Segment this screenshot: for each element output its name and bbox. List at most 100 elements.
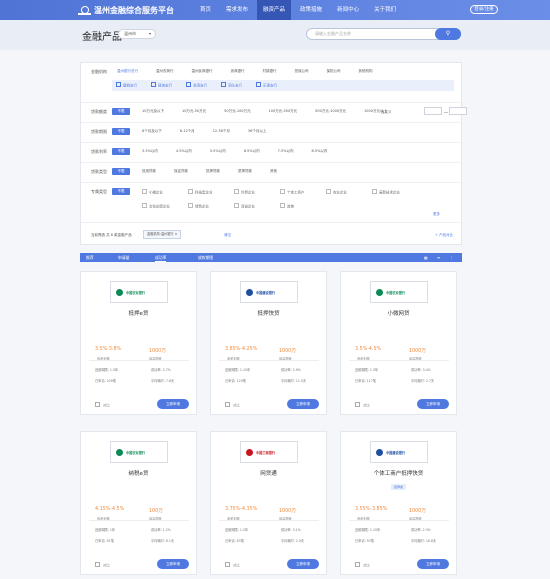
institution-option[interactable]: 保险公司 [327, 69, 341, 74]
institution-option[interactable]: 担保公司 [295, 69, 309, 74]
city-select[interactable]: 温州市 [118, 29, 156, 39]
term-option[interactable]: 6个月及以下 [142, 129, 162, 134]
limit-value: 1000万 [149, 349, 167, 354]
unlimited-button[interactable]: 不限 [112, 108, 130, 115]
unlimited-button[interactable]: 不限 [112, 128, 130, 135]
sub-option[interactable]: 瓯海支行 [151, 82, 172, 89]
compare-checkbox[interactable]: 对比 [355, 402, 370, 408]
feature-checkbox[interactable]: 其他 [280, 203, 326, 210]
amount-option[interactable]: 50万元-100万元 [224, 109, 250, 114]
amount-option[interactable]: 100万元-500万元 [269, 109, 298, 114]
apply-button[interactable]: 立即申请 [287, 559, 319, 569]
nav-products[interactable]: 融资产品 [257, 0, 292, 20]
product-name[interactable]: 个体工商户抵押快贷 [341, 469, 456, 477]
product-name[interactable]: 抵押e贷 [81, 309, 196, 317]
amount-option[interactable]: 10万元-50万元 [182, 109, 206, 114]
login-button[interactable]: 登录/注册 [470, 5, 498, 14]
rate-option[interactable]: 4.5%以内 [176, 149, 192, 154]
feature-checkbox[interactable]: 外贸企业 [234, 189, 280, 196]
product-name[interactable]: 小微网贷 [341, 309, 456, 317]
institution-option[interactable]: 其他机构 [359, 69, 373, 74]
unlimited-button[interactable]: 不限 [112, 168, 130, 175]
feature-checkbox[interactable]: 科技型企业 [188, 189, 234, 196]
feature-checkbox[interactable]: 绿色企业 [188, 203, 234, 210]
rate-option[interactable]: 7.5%以内 [278, 149, 294, 154]
unlimited-button[interactable]: 不限 [112, 148, 130, 155]
product-card[interactable]: 中国农业银行 抵押e贷 3.5%-3.8% 1000万 参考利率 最高额度 还款期限: 1-… [80, 271, 197, 415]
term-option[interactable]: 12-36个月 [213, 129, 230, 134]
product-card[interactable]: 中国农业银行 纳税e贷 4.15%-4.5% 100万 参考利率 最高额度 还款期限: 1年… [80, 431, 197, 575]
rate-option[interactable]: 6.5%以内 [244, 149, 260, 154]
institution-option[interactable]: 村镇银行 [263, 69, 277, 74]
filter-tag[interactable]: 金融机构:温州银行 × [143, 230, 182, 239]
amount-max-input[interactable] [449, 107, 467, 115]
compare-checkbox[interactable]: 对比 [95, 562, 110, 568]
feature-checkbox[interactable]: 文化创意企业 [142, 203, 188, 210]
amount-min-input[interactable] [424, 107, 442, 115]
product-card[interactable]: 中国建设银行 个体工商户抵押快贷 抵押类 3.55%-3.85% 1000万 参考利率 最高… [340, 431, 457, 575]
more-link[interactable]: 更多 [433, 212, 440, 217]
term-option[interactable]: 36个月以上 [248, 129, 266, 134]
institution-option[interactable]: 温州农商行 [156, 69, 174, 74]
amount-option[interactable]: 10万元及以下 [142, 109, 164, 114]
sort-term[interactable]: 放款期限 [198, 255, 213, 261]
unlimited-button[interactable]: 不限 [112, 188, 130, 195]
sub-option[interactable]: 龙湾支行 [186, 82, 207, 89]
success-rate: 成功率: 1.2% [151, 528, 171, 532]
product-name[interactable]: 纳税e贷 [81, 469, 196, 477]
product-card[interactable]: 中国工商银行 网贷通 3.75%-4.35% 1000万 参考利率 最高额度 还款期限: 1… [210, 431, 327, 575]
rate-option[interactable]: 5.5%以内 [210, 149, 226, 154]
product-name[interactable]: 网贷通 [211, 469, 326, 477]
sub-option[interactable]: 洞头支行 [221, 82, 242, 89]
apply-button[interactable]: 立即申请 [417, 399, 449, 409]
apply-button[interactable]: 立即申请 [417, 559, 449, 569]
nav-demand[interactable]: 需求发布 [220, 0, 254, 20]
nav-news[interactable]: 新闻中心 [331, 0, 365, 20]
apply-button[interactable]: 立即申请 [157, 399, 189, 409]
type-option[interactable]: 质押贷款 [238, 169, 252, 174]
feature-checkbox[interactable]: 小微企业 [142, 189, 188, 196]
institution-option[interactable]: 温州银行总行 [117, 69, 138, 74]
compare-checkbox[interactable]: 对比 [225, 562, 240, 568]
rate-option[interactable]: 3.5%以内 [142, 149, 158, 154]
compare-checkbox[interactable]: 对比 [95, 402, 110, 408]
sort-applications[interactable]: 申请量 [118, 255, 129, 261]
feature-checkbox[interactable]: 双创企业 [234, 203, 280, 210]
menu-icon[interactable]: ⋮ [450, 255, 455, 260]
product-card[interactable]: 中国农业银行 小微网贷 3.5%-4.5% 1000万 参考利率 最高额度 还款期限: 1-… [340, 271, 457, 415]
product-card[interactable]: 中国建设银行 抵押快贷 3.85%-4.25% 1000万 参考利率 最高额度 还款期限: … [210, 271, 327, 415]
nav-home[interactable]: 首页 [194, 0, 217, 20]
feature-checkbox[interactable]: 个体工商户 [280, 189, 326, 196]
nav-policy[interactable]: 政策措施 [294, 0, 328, 20]
feature-checkbox[interactable]: 农业企业 [326, 189, 372, 196]
type-option[interactable]: 保证贷款 [174, 169, 188, 174]
rate-option[interactable]: 8.5%以内 [312, 149, 328, 154]
sort-success-rate[interactable]: 成功率 [155, 255, 167, 262]
grid-view-icon[interactable]: ▦ [424, 255, 429, 260]
institution-option[interactable]: 浙商银行 [231, 69, 245, 74]
compare-checkbox[interactable]: 对比 [355, 562, 370, 568]
search-button[interactable]: ⚲ [435, 28, 461, 40]
sub-option[interactable]: 乐清支行 [256, 82, 277, 89]
clear-filter-link[interactable]: 清空 [224, 233, 231, 238]
compare-link[interactable]: + 产品对比 [435, 233, 453, 238]
type-option[interactable]: 其他 [270, 169, 277, 174]
site-logo[interactable]: 温州金融综合服务平台 [78, 5, 174, 16]
type-option[interactable]: 抵押贷款 [206, 169, 220, 174]
term-option[interactable]: 6-12个月 [180, 129, 195, 134]
apply-button[interactable]: 立即申请 [287, 399, 319, 409]
feature-checkbox[interactable]: 高新技术企业 [372, 189, 418, 196]
avg-time: 平均耗时: 6.1天 [151, 539, 175, 543]
type-option[interactable]: 信用贷款 [142, 169, 156, 174]
amount-option[interactable]: 500万元-1000万元 [315, 109, 346, 114]
nav-about[interactable]: 关于我们 [368, 0, 402, 20]
list-view-icon[interactable]: ≡ [437, 255, 442, 260]
institution-option[interactable]: 温州民商银行 [192, 69, 213, 74]
search-input[interactable]: 请输入金融产品名称 ⚲ [306, 28, 461, 40]
product-name[interactable]: 抵押快贷 [211, 309, 326, 317]
compare-checkbox[interactable]: 对比 [225, 402, 240, 408]
sub-option[interactable]: 鹿城支行 [116, 82, 137, 89]
apply-button[interactable]: 立即申请 [157, 559, 189, 569]
sort-recommend[interactable]: 推荐 [86, 255, 94, 261]
product-tag: 抵押类 [390, 484, 406, 490]
